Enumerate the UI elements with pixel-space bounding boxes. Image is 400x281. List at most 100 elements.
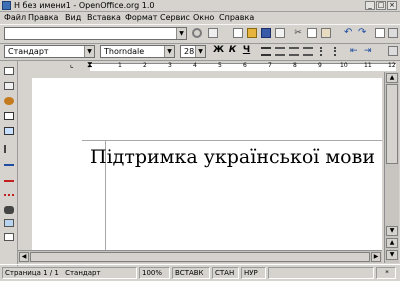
font-name-value: Thorndale <box>104 47 145 56</box>
horizontal-ruler[interactable]: ⌞ ⧗ 1 2 3 4 5 6 7 8 9 10 11 12 <box>18 61 400 71</box>
ruler-number: 8 <box>293 62 297 69</box>
menu-help[interactable]: Справка <box>219 12 254 23</box>
scroll-left-button[interactable]: ◀ <box>19 252 29 262</box>
numbering-icon[interactable] <box>320 47 330 56</box>
paragraph-style-combo[interactable]: Стандарт ▼ <box>4 45 95 58</box>
ruler-number: 7 <box>268 62 272 69</box>
url-combo[interactable]: ▼ <box>4 27 187 40</box>
status-blank <box>268 267 374 279</box>
status-style-text: Стандарт <box>65 269 101 277</box>
edit-autotext-icon[interactable] <box>4 145 14 153</box>
bullets-icon[interactable] <box>334 47 344 56</box>
align-right-icon[interactable] <box>289 47 299 56</box>
font-size-combo[interactable]: 28 ▼ <box>180 45 206 58</box>
app-icon[interactable] <box>2 1 11 10</box>
menu-view[interactable]: Вид <box>65 12 81 23</box>
tab-stop-icon[interactable]: ⌞ <box>70 61 74 69</box>
paragraph-style-value: Стандарт <box>8 47 49 56</box>
main-toolbar <box>0 61 18 266</box>
ruler-number: 12 <box>388 62 396 69</box>
insert-fields-icon[interactable] <box>4 82 14 90</box>
function-toolbar: ▼ ✂ ↶ ↷ <box>0 24 400 44</box>
ruler-number: 10 <box>340 62 348 69</box>
copy-icon[interactable] <box>307 28 317 38</box>
horizontal-scrollbar[interactable]: ◀ ▶ <box>18 250 382 263</box>
menu-window[interactable]: Окно <box>193 12 214 23</box>
align-center-icon[interactable] <box>275 47 285 56</box>
status-page[interactable]: Страница 1 / 1 Стандарт <box>2 267 137 279</box>
new-document-icon[interactable] <box>233 28 243 38</box>
menu-edit[interactable]: Правка <box>28 12 58 23</box>
status-selection-mode[interactable]: СТАН <box>212 267 239 279</box>
text-boundary-top <box>82 140 382 141</box>
font-name-combo[interactable]: Thorndale ▼ <box>100 45 175 58</box>
chevron-down-icon[interactable]: ▼ <box>84 46 94 57</box>
menu-tools[interactable]: Сервис <box>160 12 190 23</box>
formatting-toolbar: Стандарт ▼ Thorndale ▼ 28 ▼ Ж К Ч ⇤ ⇥ <box>0 43 400 61</box>
status-hyperlink-mode[interactable]: НУР <box>241 267 266 279</box>
navigator-icon[interactable] <box>375 28 385 38</box>
previous-page-button[interactable]: ▲ <box>386 238 398 248</box>
close-button[interactable]: × <box>387 1 397 10</box>
ruler-number: 5 <box>218 62 222 69</box>
cut-icon[interactable]: ✂ <box>293 28 303 38</box>
stop-load-icon[interactable] <box>192 28 202 38</box>
document-page[interactable]: Підтримка української мови <box>32 78 382 263</box>
chevron-down-icon[interactable]: ▼ <box>164 46 174 57</box>
maximize-button[interactable]: □ <box>376 1 386 10</box>
title-bar: Н без имени1 - OpenOffice.org 1.0 _ □ × <box>0 0 400 12</box>
chevron-down-icon[interactable]: ▼ <box>176 28 186 39</box>
status-bar: Страница 1 / 1 Стандарт 100% ВСТАВК СТАН… <box>0 264 400 281</box>
increase-indent-icon[interactable]: ⇥ <box>364 46 374 56</box>
document-area[interactable]: Підтримка української мови <box>18 72 382 263</box>
next-page-button[interactable]: ▼ <box>386 250 398 260</box>
email-icon[interactable] <box>275 28 285 38</box>
vertical-scrollbar[interactable]: ▲ ▼ ▲ ▼ <box>384 72 399 263</box>
paste-icon[interactable] <box>321 28 331 38</box>
scroll-thumb[interactable] <box>386 84 398 164</box>
italic-button[interactable]: К <box>227 44 238 57</box>
align-left-icon[interactable] <box>261 47 271 56</box>
show-draw-functions-icon[interactable] <box>4 112 14 120</box>
indent-marker-icon[interactable]: ⧗ <box>87 61 93 69</box>
chevron-down-icon[interactable]: ▼ <box>195 46 205 57</box>
status-page-text: Страница 1 / 1 <box>5 269 59 277</box>
undo-icon[interactable]: ↶ <box>344 28 354 38</box>
bold-button[interactable]: Ж <box>213 44 224 57</box>
document-text[interactable]: Підтримка української мови <box>90 146 375 168</box>
horizontal-scroll-thumb[interactable] <box>30 252 370 262</box>
toolbar-more-icon[interactable] <box>388 46 398 56</box>
data-sources-icon[interactable] <box>4 219 14 227</box>
ruler-number: 6 <box>243 62 247 69</box>
insert-object-icon[interactable] <box>4 97 14 105</box>
redo-icon[interactable]: ↷ <box>358 28 368 38</box>
underline-button[interactable]: Ч <box>241 44 252 57</box>
edit-file-icon[interactable] <box>208 28 218 38</box>
ruler-number: 11 <box>364 62 372 69</box>
status-zoom[interactable]: 100% <box>139 267 170 279</box>
ruler-number: 3 <box>168 62 172 69</box>
scroll-down-button[interactable]: ▼ <box>386 226 398 236</box>
menu-insert[interactable]: Вставка <box>87 12 121 23</box>
form-functions-icon[interactable] <box>4 127 14 135</box>
insert-icon[interactable] <box>4 67 14 75</box>
menu-format[interactable]: Формат <box>125 12 157 23</box>
ruler-number: 4 <box>193 62 197 69</box>
toolbar-more-icon[interactable] <box>388 28 398 38</box>
minimize-button[interactable]: _ <box>365 1 375 10</box>
align-justify-icon[interactable] <box>303 47 313 56</box>
menu-file[interactable]: Файл <box>4 12 26 23</box>
decrease-indent-icon[interactable]: ⇤ <box>350 46 360 56</box>
autospellcheck-icon[interactable] <box>4 188 14 196</box>
status-insert-mode[interactable]: ВСТАВК <box>172 267 210 279</box>
save-icon[interactable] <box>261 28 271 38</box>
nonprinting-characters-icon[interactable] <box>4 233 14 241</box>
scroll-right-button[interactable]: ▶ <box>371 252 381 262</box>
status-modified: * <box>376 267 396 279</box>
find-replace-icon[interactable] <box>4 206 14 214</box>
open-folder-icon[interactable] <box>247 28 257 38</box>
spellcheck-icon[interactable] <box>4 174 14 182</box>
menu-bar: Файл Правка Вид Вставка Формат Сервис Ок… <box>0 12 400 23</box>
text-direction-icon[interactable] <box>4 158 14 166</box>
scroll-up-button[interactable]: ▲ <box>386 73 398 83</box>
